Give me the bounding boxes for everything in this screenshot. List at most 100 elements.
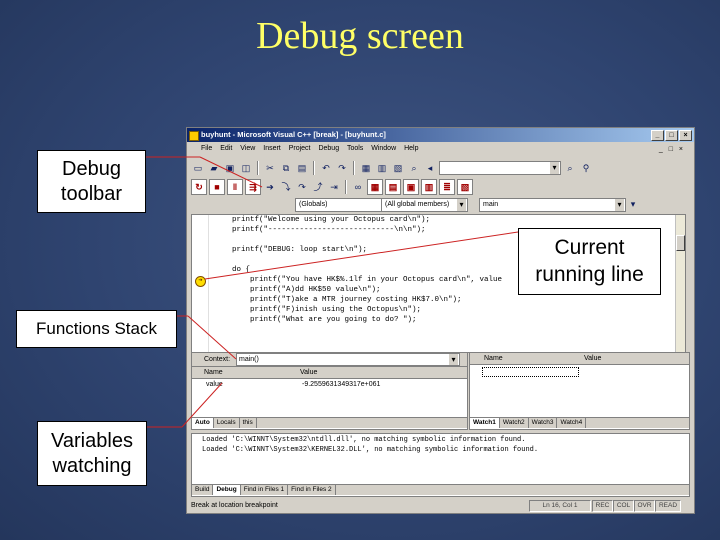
watch-value-header[interactable]: Value [584, 353, 601, 364]
variables-pane: Context: main() Name Value value -9.2559… [191, 352, 468, 430]
code-line[interactable]: printf("----------------------------\n\n… [214, 226, 426, 235]
tab-watch3[interactable]: Watch3 [529, 418, 558, 428]
variables-name-header[interactable]: Name [204, 367, 223, 378]
standard-toolbar: ▭ ▰ ▣ ◫ ✂ ⧉ ▤ ↶ ↷ ▦ ▥ ▧ ⌕ ◂ ⌕ ⚲ [191, 159, 593, 177]
code-line[interactable]: printf("Welcome using your Octopus card\… [214, 216, 430, 225]
status-bar: Break at location breakpoint Ln 16, Col … [187, 499, 694, 512]
output-line: Loaded 'C:\WINNT\System32\ntdll.dll', no… [202, 436, 526, 444]
wizard-function-combo[interactable]: main [479, 198, 626, 212]
watch-new-entry[interactable] [482, 367, 579, 377]
restart-icon[interactable]: ↻ [191, 179, 207, 195]
step-out-icon[interactable]: ⤴ [311, 180, 325, 194]
menu-debug[interactable]: Debug [318, 145, 339, 152]
tab-debug[interactable]: Debug [213, 485, 241, 495]
status-position: Ln 16, Col 1 [529, 500, 591, 512]
menu-file[interactable]: File [201, 145, 212, 152]
variable-name[interactable]: value [206, 380, 223, 390]
status-col: COL [613, 500, 634, 512]
quickwatch-icon[interactable]: ∞ [351, 180, 365, 194]
tab-find-in-files-2[interactable]: Find in Files 2 [288, 485, 336, 495]
tab-watch2[interactable]: Watch2 [500, 418, 529, 428]
menu-window[interactable]: Window [371, 145, 396, 152]
break-execution-icon[interactable]: ‖ [227, 179, 243, 195]
save-icon[interactable]: ▣ [223, 161, 237, 175]
undo-icon[interactable]: ↶ [319, 161, 333, 175]
watch-window-icon[interactable]: ▦ [367, 179, 383, 195]
status-rec: REC [592, 500, 613, 512]
maximize-button[interactable]: □ [665, 130, 678, 141]
tab-watch4[interactable]: Watch4 [557, 418, 587, 428]
code-line[interactable]: printf("F)inish using the Octopus\n"); [214, 306, 421, 315]
code-line[interactable]: printf("DEBUG: loop start\n"); [214, 246, 367, 255]
find-icon[interactable]: ⌕ [563, 161, 577, 175]
menu-project[interactable]: Project [289, 145, 311, 152]
binoculars-icon[interactable]: ⚲ [579, 161, 593, 175]
apply-code-changes-icon[interactable]: ⇶ [245, 179, 261, 195]
code-line[interactable]: do { [214, 266, 250, 275]
variables-window-icon[interactable]: ▤ [385, 179, 401, 195]
window-titlebar: buyhunt - Microsoft Visual C++ [break] -… [187, 128, 694, 142]
context-combo[interactable]: main() [236, 353, 460, 366]
watch-name-header[interactable]: Name [484, 353, 503, 364]
menu-view[interactable]: View [240, 145, 255, 152]
show-next-statement-icon[interactable]: ➔ [263, 180, 277, 194]
save-all-icon[interactable]: ◫ [239, 161, 253, 175]
find-combo-arrow-icon[interactable]: ◂ [423, 161, 437, 175]
menu-insert[interactable]: Insert [263, 145, 281, 152]
tab-watch1[interactable]: Watch1 [470, 418, 500, 428]
tab-find-in-files-1[interactable]: Find in Files 1 [241, 485, 289, 495]
code-line[interactable]: printf("T)ake a MTR journey costing HK$7… [214, 296, 462, 305]
code-line[interactable]: printf("A)dd HK$50 value\n"); [214, 286, 381, 295]
stop-debugging-icon[interactable]: ■ [209, 179, 225, 195]
callout-debug-toolbar: Debug toolbar [37, 150, 146, 213]
wizard-actions-icon[interactable]: ▾ [626, 197, 640, 211]
paste-icon[interactable]: ▤ [295, 161, 309, 175]
app-icon [189, 131, 199, 141]
mdi-window-buttons[interactable]: _ □ × [659, 144, 685, 156]
copy-icon[interactable]: ⧉ [279, 161, 293, 175]
variables-tabs: Auto Locals this [192, 417, 467, 428]
window-list-icon[interactable]: ▧ [391, 161, 405, 175]
tab-auto[interactable]: Auto [192, 418, 214, 428]
close-button[interactable]: × [679, 130, 692, 141]
variables-value-header[interactable]: Value [300, 367, 317, 378]
tab-build[interactable]: Build [192, 485, 214, 495]
disassembly-icon[interactable]: ▧ [457, 179, 473, 195]
watch-pane: Name Value Watch1 Watch2 Watch3 Watch4 [469, 352, 690, 430]
watch-header: Name Value [470, 353, 689, 365]
run-to-cursor-icon[interactable]: ⇥ [327, 180, 341, 194]
wizard-members-combo[interactable]: (All global members) [381, 198, 468, 212]
code-line[interactable]: printf("What are you going to do? "); [214, 316, 417, 325]
redo-icon[interactable]: ↷ [335, 161, 349, 175]
variable-value[interactable]: -9.2559631349317e+061 [302, 380, 380, 390]
tab-locals[interactable]: Locals [214, 418, 240, 428]
cut-icon[interactable]: ✂ [263, 161, 277, 175]
menu-tools[interactable]: Tools [347, 145, 363, 152]
context-label: Context: [204, 356, 231, 363]
watch-tabs: Watch1 Watch2 Watch3 Watch4 [470, 417, 689, 428]
registers-window-icon[interactable]: ▣ [403, 179, 419, 195]
call-stack-icon[interactable]: ≣ [439, 179, 455, 195]
find-in-files-icon[interactable]: ⌕ [407, 161, 421, 175]
slide-title: Debug screen [256, 15, 464, 57]
status-message: Break at location breakpoint [191, 502, 278, 509]
open-folder-icon[interactable]: ▰ [207, 161, 221, 175]
menu-help[interactable]: Help [404, 145, 418, 152]
editor-vertical-scrollbar[interactable] [675, 215, 685, 352]
current-code-line[interactable]: printf("You have HK$%.1lf in your Octopu… [214, 276, 502, 285]
output-tabs: Build Debug Find in Files 1 Find in Files 2 [192, 484, 689, 495]
callout-functions-stack: Functions Stack [16, 310, 177, 348]
workspace-icon[interactable]: ▦ [359, 161, 373, 175]
status-ovr: OVR [634, 500, 655, 512]
step-over-icon[interactable]: ↷ [295, 180, 309, 194]
find-combo[interactable] [439, 161, 561, 175]
callout-current-running-line: Current running line [518, 228, 661, 295]
tab-this[interactable]: this [240, 418, 257, 428]
menu-edit[interactable]: Edit [220, 145, 232, 152]
output-pane: Loaded 'C:\WINNT\System32\ntdll.dll', no… [191, 433, 690, 497]
step-into-icon[interactable]: ⤵ [279, 180, 293, 194]
new-file-icon[interactable]: ▭ [191, 161, 205, 175]
memory-window-icon[interactable]: ▥ [421, 179, 437, 195]
output-window-icon[interactable]: ▥ [375, 161, 389, 175]
minimize-button[interactable]: _ [651, 130, 664, 141]
